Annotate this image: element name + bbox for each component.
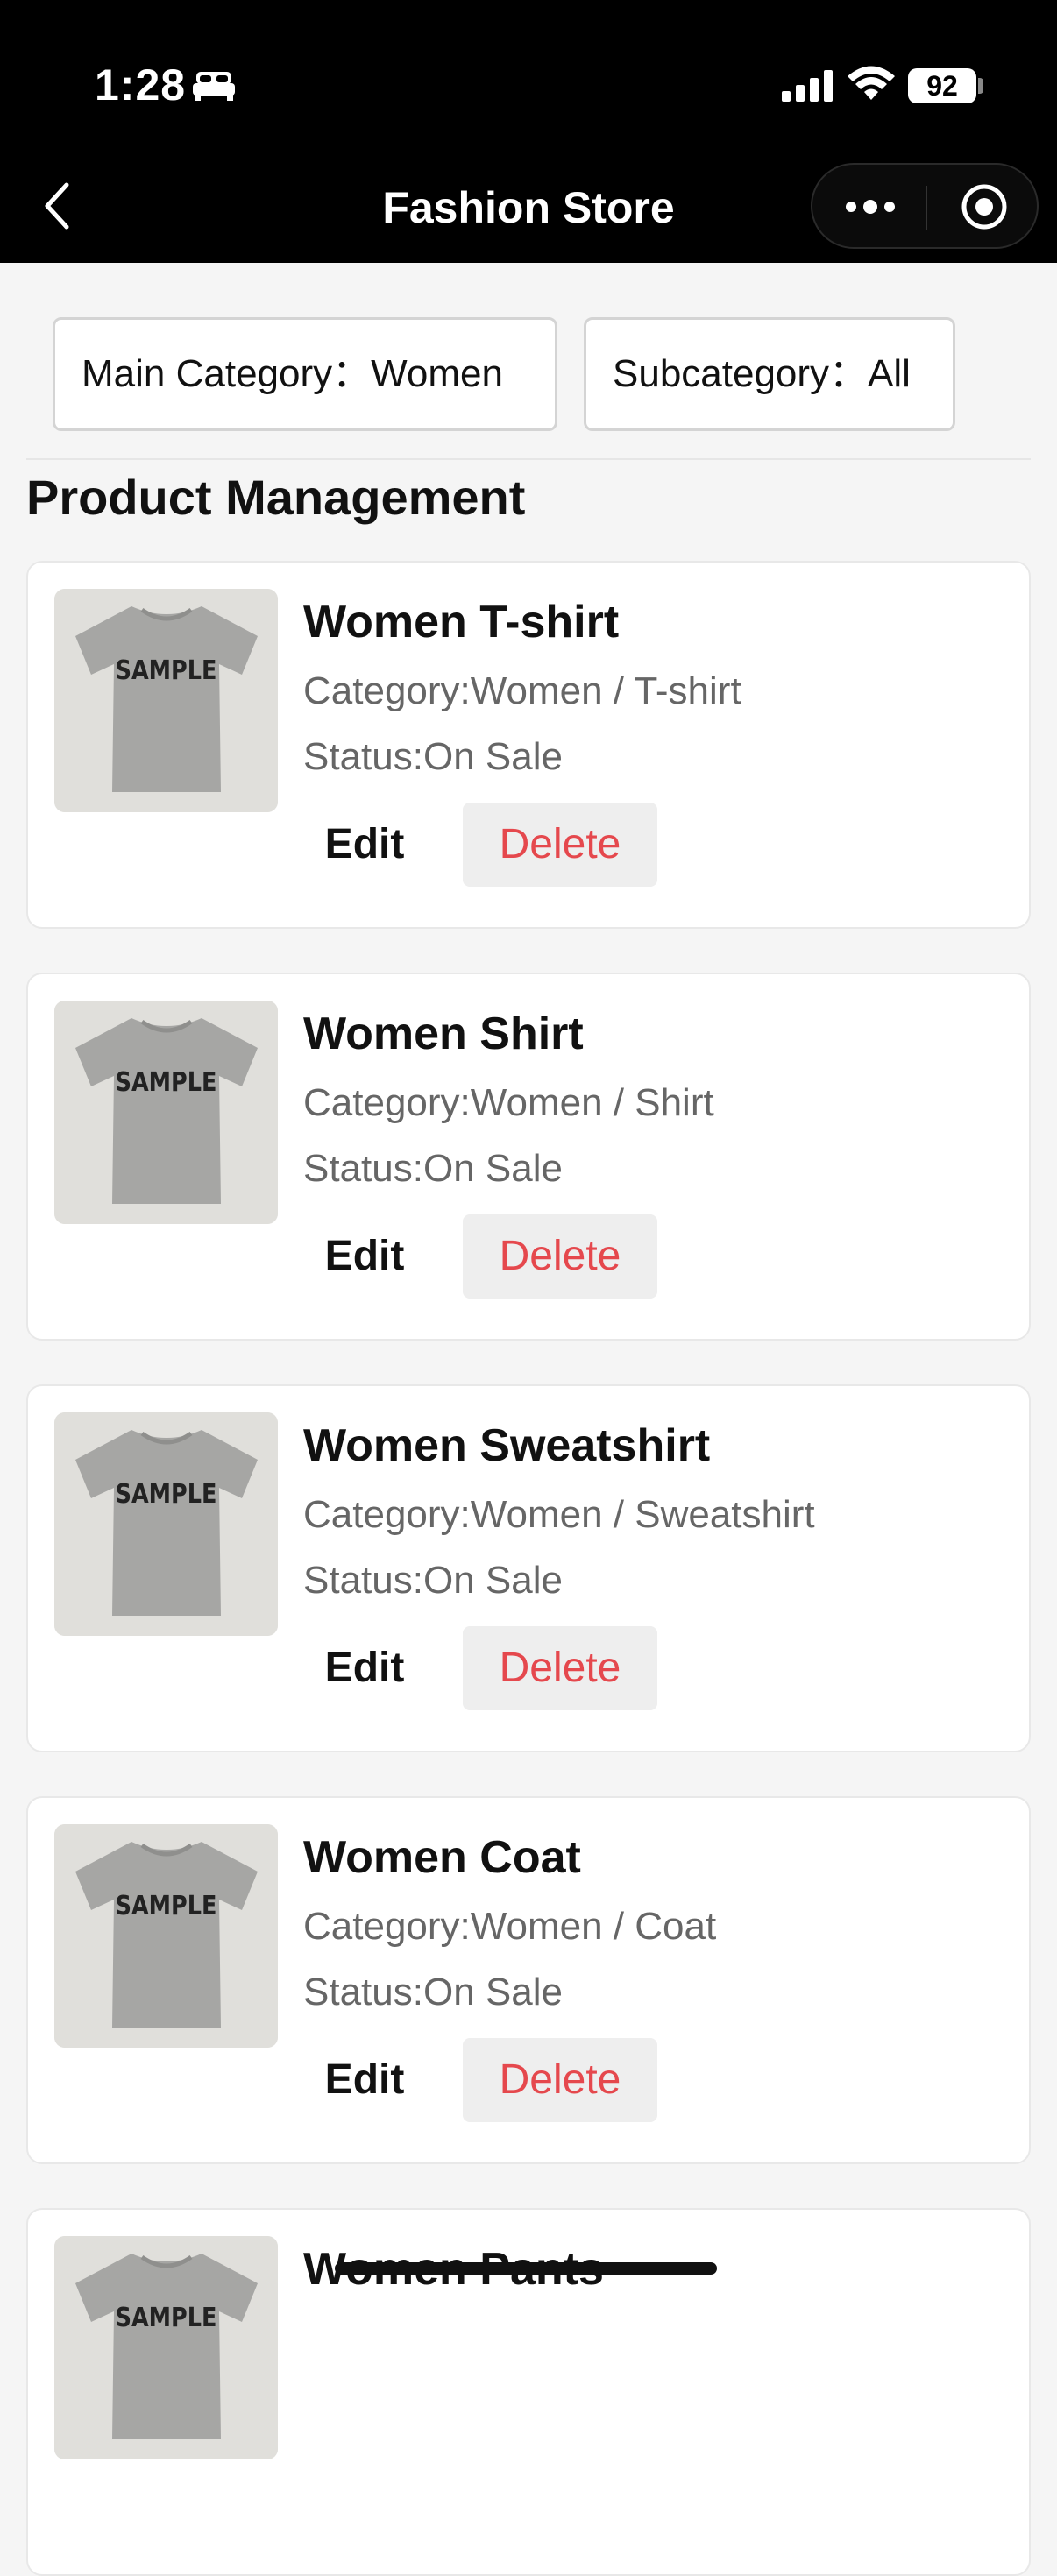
product-status: Status:On Sale: [303, 1147, 563, 1190]
product-status: Status:On Sale: [303, 735, 563, 778]
product-thumbnail: SAMPLE: [54, 2236, 278, 2459]
product-thumbnail: SAMPLE: [54, 589, 278, 812]
battery-level: 92: [908, 68, 976, 103]
mini-program-capsule: [811, 163, 1039, 249]
product-thumbnail: SAMPLE: [54, 1412, 278, 1636]
divider: [26, 458, 1031, 460]
status-bar: 1:28 92: [0, 0, 1057, 158]
main-category-filter[interactable]: Main Category：Women: [53, 317, 557, 431]
product-thumbnail: SAMPLE: [54, 1001, 278, 1224]
thumbnail-label: SAMPLE: [115, 2303, 217, 2333]
subcategory-filter[interactable]: Subcategory：All: [584, 317, 955, 431]
thumbnail-label: SAMPLE: [115, 1067, 217, 1098]
section-title: Product Management: [26, 470, 526, 525]
product-status: Status:On Sale: [303, 1559, 563, 1602]
filter-bar: Main Category：Women Subcategory：All: [0, 263, 1057, 460]
capsule-divider: [926, 186, 927, 230]
delete-button[interactable]: Delete: [463, 803, 657, 887]
product-card[interactable]: SAMPLE Women Shirt Category:Women / Shirt S…: [26, 973, 1031, 1341]
delete-button[interactable]: Delete: [463, 2038, 657, 2122]
edit-button[interactable]: Edit: [303, 2038, 426, 2122]
product-status: Status:On Sale: [303, 1971, 563, 2013]
product-card[interactable]: SAMPLE Women Sweatshirt Category:Women / S…: [26, 1384, 1031, 1752]
more-icon[interactable]: [844, 198, 897, 216]
signal-icon: [782, 70, 833, 102]
thumbnail-label: SAMPLE: [115, 655, 217, 686]
thumbnail-label: SAMPLE: [115, 1479, 217, 1510]
thumbnail-label: SAMPLE: [115, 1891, 217, 1921]
product-card[interactable]: SAMPLE Women Coat Category:Women / Coat Sta…: [26, 1796, 1031, 2164]
close-target-icon[interactable]: [960, 182, 1009, 231]
product-thumbnail: SAMPLE: [54, 1824, 278, 2048]
delete-button[interactable]: Delete: [463, 1626, 657, 1710]
edit-button[interactable]: Edit: [303, 1214, 426, 1299]
product-name: Women Sweatshirt: [303, 1420, 711, 1471]
product-name: Women T-shirt: [303, 597, 620, 648]
edit-button[interactable]: Edit: [303, 1626, 426, 1710]
product-category: Category:Women / Sweatshirt: [303, 1493, 815, 1536]
product-name: Women Coat: [303, 1832, 581, 1883]
product-card[interactable]: SAMPLE Women T-shirt Category:Women / T-sh…: [26, 561, 1031, 929]
home-indicator: [335, 2262, 717, 2275]
bed-icon: [193, 72, 235, 101]
product-category: Category:Women / T-shirt: [303, 669, 741, 712]
battery-nub: [978, 78, 983, 94]
edit-button[interactable]: Edit: [303, 803, 426, 887]
product-category: Category:Women / Coat: [303, 1905, 717, 1948]
product-name: Women Shirt: [303, 1008, 584, 1059]
wifi-icon: [848, 66, 895, 100]
product-category: Category:Women / Shirt: [303, 1081, 714, 1124]
status-time: 1:28: [95, 60, 187, 110]
delete-button[interactable]: Delete: [463, 1214, 657, 1299]
